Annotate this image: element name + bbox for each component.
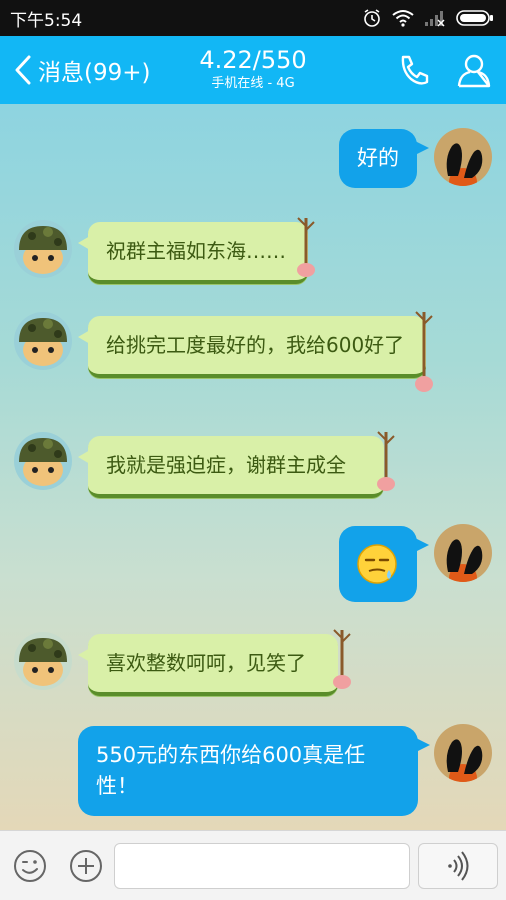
flower-branch-icon	[297, 217, 315, 277]
emoji-face-icon[interactable]	[12, 848, 48, 884]
status-time: 下午5:54	[10, 10, 83, 31]
back-label: 消息(99+)	[38, 60, 151, 86]
contact-icon[interactable]	[454, 50, 494, 90]
input-bar	[0, 830, 506, 900]
sleepy-face-emoji-icon	[357, 544, 397, 584]
wifi-icon	[392, 10, 414, 27]
signal-icon	[425, 11, 445, 27]
message-text: 喜欢整数呵呵，见笑了	[106, 651, 306, 675]
flower-branch-icon	[377, 431, 395, 491]
avatar[interactable]	[14, 632, 72, 690]
flower-branch-icon	[333, 629, 351, 689]
phone-icon[interactable]	[394, 50, 434, 90]
message-bubble[interactable]	[339, 526, 429, 602]
alarm-icon	[364, 9, 380, 27]
crow-avatar-icon	[434, 724, 492, 782]
voice-wave-icon	[448, 851, 469, 881]
message-bubble[interactable]: 给挑完工度最好的，我给600好了	[78, 316, 426, 378]
message-bubble[interactable]: 好的	[339, 129, 429, 188]
avatar[interactable]	[434, 524, 492, 582]
message-bubble[interactable]: 祝群主福如东海……	[78, 222, 308, 284]
soldier-avatar-icon	[14, 220, 72, 278]
message-text: 我就是强迫症，谢群主成全	[106, 453, 346, 477]
message-bubble[interactable]: 550元的东西你给600真是任性！	[78, 726, 430, 816]
avatar[interactable]	[14, 312, 72, 370]
message-bubble[interactable]: 我就是强迫症，谢群主成全	[78, 436, 384, 498]
crow-avatar-icon	[434, 524, 492, 582]
chat-header: 消息(99+) 4.22/550 手机在线 - 4G	[0, 36, 506, 104]
soldier-avatar-icon	[14, 432, 72, 490]
crow-avatar-icon	[434, 128, 492, 186]
message-text: 550元的东西你给600真是任性！	[96, 743, 366, 798]
avatar[interactable]	[14, 220, 72, 278]
voice-button[interactable]	[418, 843, 498, 889]
message-input[interactable]	[114, 843, 410, 889]
plus-icon[interactable]	[68, 848, 104, 884]
battery-icon	[456, 10, 493, 26]
status-icons	[362, 8, 494, 28]
message-bubble[interactable]: 喜欢整数呵呵，见笑了	[78, 634, 338, 696]
message-text: 祝群主福如东海……	[106, 239, 286, 263]
flower-branch-icon	[415, 311, 433, 392]
chevron-left-icon	[15, 55, 31, 85]
message-list[interactable]: 好的 祝群主福如东海…… 给挑完工度最好的，我给600好了 我就是强迫症，谢群主…	[0, 104, 506, 830]
status-bar: 下午5:54	[0, 0, 506, 36]
message-text: 给挑完工度最好的，我给600好了	[106, 333, 405, 357]
message-text: 好的	[357, 146, 399, 170]
soldier-avatar-icon	[14, 312, 72, 370]
soldier-avatar-icon	[14, 632, 72, 690]
back-button[interactable]: 消息(99+)	[14, 36, 150, 104]
avatar[interactable]	[14, 432, 72, 490]
avatar[interactable]	[434, 128, 492, 186]
avatar[interactable]	[434, 724, 492, 782]
